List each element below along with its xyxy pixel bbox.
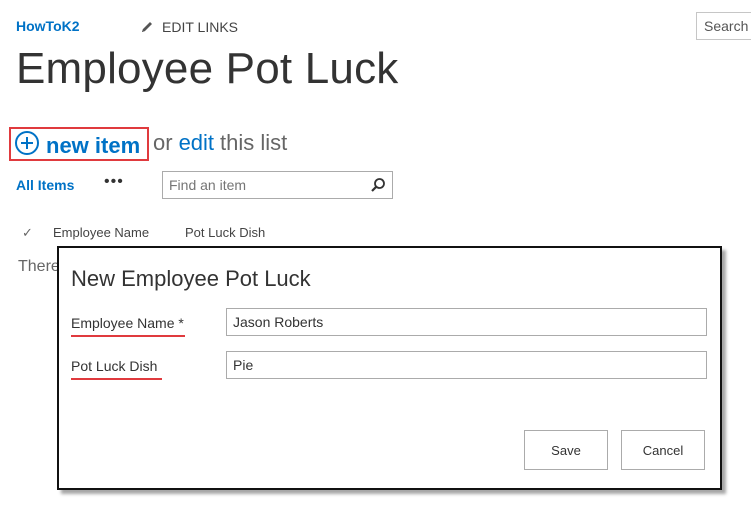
more-options-icon[interactable]: •••	[104, 173, 124, 191]
cancel-button[interactable]: Cancel	[621, 430, 705, 470]
label-underline	[71, 335, 185, 337]
page-title: Employee Pot Luck	[16, 44, 399, 93]
new-item-label: new item	[46, 132, 141, 158]
search-icon[interactable]	[370, 177, 386, 198]
new-item-dialog: New Employee Pot Luck Employee Name * Po…	[57, 246, 722, 490]
site-search-input[interactable]: Search	[696, 12, 751, 40]
edit-links-button[interactable]: EDIT LINKS	[140, 19, 238, 35]
pot-luck-dish-label: Pot Luck Dish	[71, 358, 158, 374]
label-underline	[71, 378, 162, 380]
pot-luck-dish-field[interactable]	[226, 351, 707, 379]
this-list-text: this list	[220, 130, 288, 155]
employee-name-label: Employee Name *	[71, 315, 184, 331]
edit-list-text: or edit this list	[153, 130, 287, 156]
edit-links-label: EDIT LINKS	[162, 19, 238, 35]
select-all-checkmark-icon[interactable]: ✓	[22, 225, 33, 241]
new-item-button[interactable]: new item	[14, 130, 140, 161]
employee-name-field[interactable]	[226, 308, 707, 336]
or-text: or	[153, 130, 173, 155]
site-link[interactable]: HowToK2	[16, 18, 80, 34]
view-all-items[interactable]: All Items	[16, 177, 74, 193]
find-item-box[interactable]	[162, 171, 393, 199]
pencil-icon	[140, 20, 154, 34]
add-circle-icon	[14, 130, 40, 161]
column-header-pot-luck-dish[interactable]: Pot Luck Dish	[185, 225, 265, 240]
column-header-employee-name[interactable]: Employee Name	[53, 225, 149, 240]
save-button[interactable]: Save	[524, 430, 608, 470]
dialog-title: New Employee Pot Luck	[71, 266, 311, 291]
empty-list-message: There	[18, 258, 60, 275]
edit-list-link[interactable]: edit	[179, 130, 214, 156]
find-item-input[interactable]	[169, 177, 364, 193]
